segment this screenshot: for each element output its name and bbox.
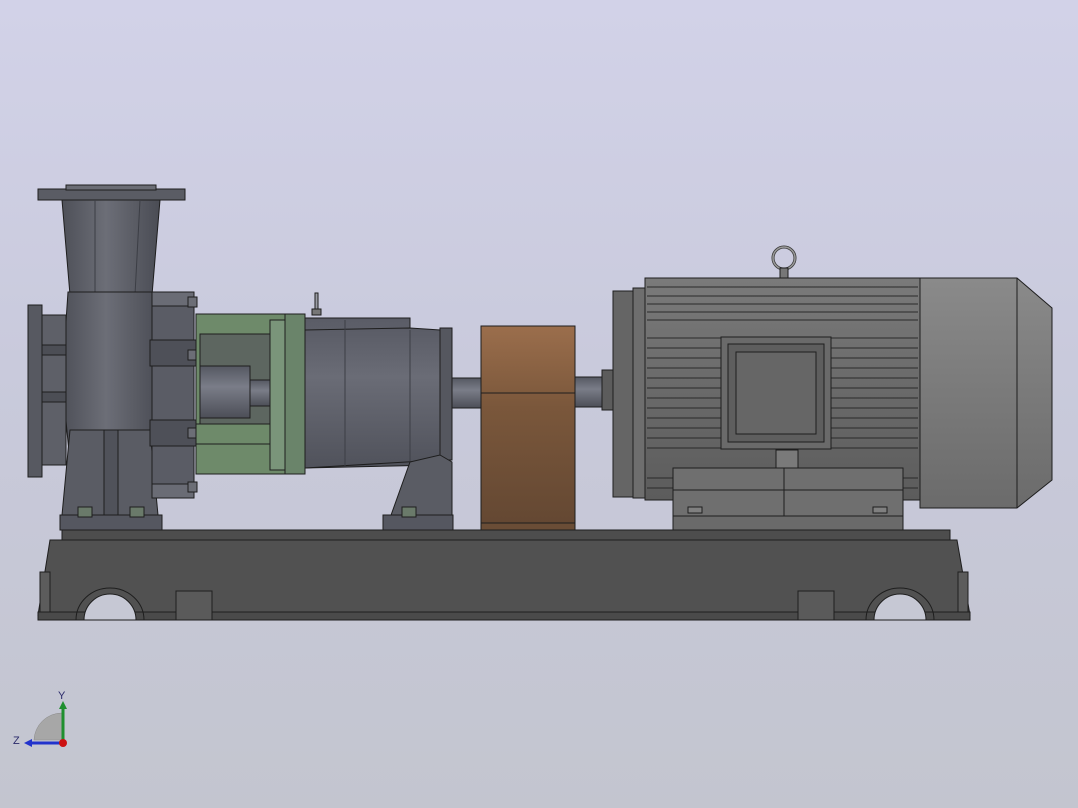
suction-flange[interactable] [27, 304, 43, 478]
y-axis-label: Y [58, 690, 66, 702]
pump-assembly-model[interactable] [0, 0, 1078, 808]
lifting-eye [771, 245, 797, 279]
z-axis-label: Z [13, 735, 20, 747]
bearing-frame[interactable] [304, 292, 454, 531]
bearing-bracket[interactable] [195, 313, 306, 475]
electric-motor[interactable] [601, 277, 1053, 531]
baseplate[interactable] [37, 529, 971, 621]
discharge-flange[interactable] [37, 188, 186, 201]
pump-casing[interactable] [27, 184, 198, 531]
coupling-guard[interactable] [480, 325, 576, 531]
x-axis-dot [59, 739, 67, 747]
orientation-triad[interactable]: Y Z [10, 685, 80, 755]
oil-breather [314, 292, 319, 312]
graphics-viewport[interactable]: Y Z [0, 0, 1078, 808]
